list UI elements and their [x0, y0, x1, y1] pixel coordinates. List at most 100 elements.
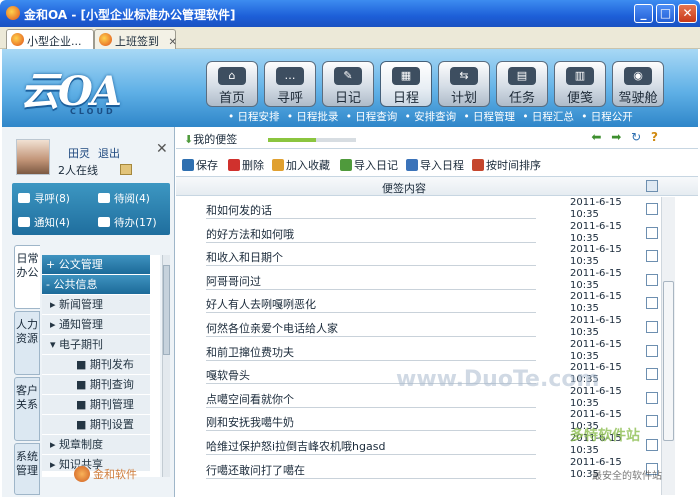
username[interactable]: 田灵	[68, 145, 90, 161]
row-checkbox[interactable]	[646, 391, 658, 404]
nav-plan[interactable]: ⇆ 计划	[438, 61, 490, 107]
subnav-summary[interactable]: • 日程汇总	[522, 111, 574, 123]
row-checkbox[interactable]	[646, 250, 658, 263]
maximize-button[interactable]: □	[656, 4, 675, 23]
select-all-checkbox[interactable]	[646, 180, 658, 192]
tree-item-public-info[interactable]: - 公共信息	[42, 275, 150, 294]
tab-system[interactable]: 系统管理	[14, 443, 40, 495]
tree-item-journal-publish[interactable]: ■ 期刊发布	[42, 355, 150, 374]
logo-sub: CLOUD	[70, 107, 116, 116]
delete-button[interactable]: 删除	[228, 157, 264, 173]
download-icon: ⬇	[184, 133, 194, 146]
nav-diary[interactable]: ✎ 日记	[322, 61, 374, 107]
message-box: 寻呼(8) 待阅(4) 通知(4) 待办(17)	[12, 183, 170, 235]
subnav-public[interactable]: • 日程公开	[581, 111, 633, 123]
subnav-approve[interactable]: • 日程批录	[287, 111, 339, 123]
help-icon[interactable]: ?	[651, 130, 658, 144]
tab-label: 上班签到	[115, 35, 159, 48]
pager-count[interactable]: 寻呼(8)	[18, 191, 70, 206]
tree-item-journal-manage[interactable]: ■ 期刊管理	[42, 395, 150, 414]
logout-link[interactable]: 退出	[98, 145, 120, 161]
tab-crm[interactable]: 客户关系	[14, 377, 40, 441]
table-row[interactable]: 和如何发的话 2011-6-15 10:35	[176, 197, 658, 221]
tree-item-documents[interactable]: + 公文管理	[42, 255, 150, 274]
sort-by-time-button[interactable]: 按时间排序	[472, 157, 541, 173]
note-text[interactable]: 何然各位亲爱个电话给人家	[206, 320, 536, 337]
row-checkbox[interactable]	[646, 415, 658, 428]
tab-small-enterprise[interactable]: 小型企业...	[6, 29, 94, 50]
import-schedule-button[interactable]: 导入日程	[406, 157, 464, 173]
note-text[interactable]: 行噶还敢问打了噶在	[206, 462, 536, 479]
note-time: 10:35	[570, 256, 599, 268]
subnav-query[interactable]: • 日程查询	[346, 111, 398, 123]
nav-pager[interactable]: … 寻呼	[264, 61, 316, 107]
tab-hr[interactable]: 人力资源	[14, 311, 40, 375]
online-users-icon[interactable]	[120, 164, 132, 175]
save-button[interactable]: 保存	[182, 157, 218, 173]
note-text[interactable]: 刚和安抚我噶牛奶	[206, 414, 536, 432]
nav-task[interactable]: ▤ 任务	[496, 61, 548, 107]
note-text[interactable]: 阿哥哥问过	[206, 273, 536, 290]
row-checkbox[interactable]	[646, 344, 658, 357]
tree-item-journal-query[interactable]: ■ 期刊查询	[42, 375, 150, 394]
nav-home[interactable]: ⌂ 首页	[206, 61, 258, 107]
table-row[interactable]: 和收入和日期个 2011-6-15 10:35	[176, 244, 658, 268]
row-checkbox[interactable]	[646, 203, 658, 215]
minimize-button[interactable]: _	[634, 4, 653, 23]
tab-sign-in[interactable]: 上班签到 ✕	[94, 29, 177, 49]
back-icon[interactable]: ⬅	[591, 130, 601, 144]
import-diary-button[interactable]: 导入日记	[340, 157, 398, 173]
scroll-thumb[interactable]	[663, 281, 674, 441]
tree-item-regulations[interactable]: ▸ 规章制度	[42, 435, 150, 454]
table-row[interactable]: 好人有人去咧嘎咧恶化 2011-6-15 10:35	[176, 291, 658, 315]
note-text[interactable]: 的好方法和如何哦	[206, 226, 536, 243]
note-text[interactable]: 哈维过保护怒i拉倒吉峰农机哦hgasd	[206, 438, 536, 455]
nav-schedule[interactable]: ▦ 日程	[380, 61, 432, 107]
nav-notes[interactable]: ▥ 便笺	[554, 61, 606, 107]
todo-count[interactable]: 待办(17)	[98, 215, 157, 230]
add-favorite-button[interactable]: 加入收藏	[272, 157, 330, 173]
note-text[interactable]: 和前卫撺位费功夫	[206, 344, 536, 361]
table-row[interactable]: 阿哥哥问过 2011-6-15 10:35	[176, 268, 658, 292]
nav-label: 寻呼	[276, 91, 303, 106]
scroll-thumb[interactable]	[163, 265, 170, 355]
subnav-arrange[interactable]: • 日程安排	[228, 111, 280, 123]
tree-item-ejournal[interactable]: ▾ 电子期刊	[42, 335, 150, 354]
tree-item-notices[interactable]: ▸ 通知管理	[42, 315, 150, 334]
note-text[interactable]: 好人有人去咧嘎咧恶化	[206, 296, 536, 314]
note-text[interactable]: 点噶空间看就你个	[206, 391, 536, 408]
table-row[interactable]: 行噶还敢问打了噶在 2011-6-15 10:35	[176, 457, 658, 481]
notice-label: 通知(4)	[34, 217, 70, 229]
tree-item-journal-settings[interactable]: ■ 期刊设置	[42, 415, 150, 434]
table-row[interactable]: 和前卫撺位费功夫 2011-6-15 10:35	[176, 339, 658, 363]
close-panel-icon[interactable]: ✕	[156, 141, 168, 157]
tree-scrollbar[interactable]	[162, 255, 170, 477]
row-checkbox[interactable]	[646, 226, 658, 239]
row-checkbox[interactable]	[646, 297, 658, 310]
tab-daily-office[interactable]: 日常办公	[14, 245, 40, 309]
nav-cockpit[interactable]: ◉ 驾驶舱	[612, 61, 664, 107]
notes-scrollbar[interactable]	[661, 197, 675, 495]
notice-count[interactable]: 通知(4)	[18, 215, 70, 230]
close-window-button[interactable]: ✕	[678, 4, 697, 23]
note-date: 2011-6-15	[570, 338, 622, 350]
row-checkbox[interactable]	[646, 321, 658, 333]
note-time: 10:35	[570, 397, 599, 409]
subnav-manage[interactable]: • 日程管理	[464, 111, 516, 123]
note-text[interactable]: 和如何发的话	[206, 202, 536, 219]
table-row[interactable]: 何然各位亲爱个电话给人家 2011-6-15 10:35	[176, 315, 658, 339]
note-date: 2011-6-15	[570, 220, 622, 232]
tree-item-news[interactable]: ▸ 新闻管理	[42, 295, 150, 314]
row-checkbox[interactable]	[646, 273, 658, 286]
to-read-count[interactable]: 待阅(4)	[98, 191, 150, 206]
note-text[interactable]: 和收入和日期个	[206, 249, 536, 267]
row-checkbox[interactable]	[646, 368, 658, 381]
row-checkbox[interactable]	[646, 439, 658, 451]
subnav-arrange-query[interactable]: • 安排查询	[405, 111, 457, 123]
nav-label: 首页	[218, 91, 245, 106]
save-icon	[182, 159, 194, 171]
forward-icon[interactable]: ➡	[611, 130, 621, 144]
close-tab-icon[interactable]: ✕	[169, 37, 177, 48]
table-row[interactable]: 的好方法和如何哦 2011-6-15 10:35	[176, 221, 658, 245]
refresh-icon[interactable]: ↻	[631, 130, 641, 144]
